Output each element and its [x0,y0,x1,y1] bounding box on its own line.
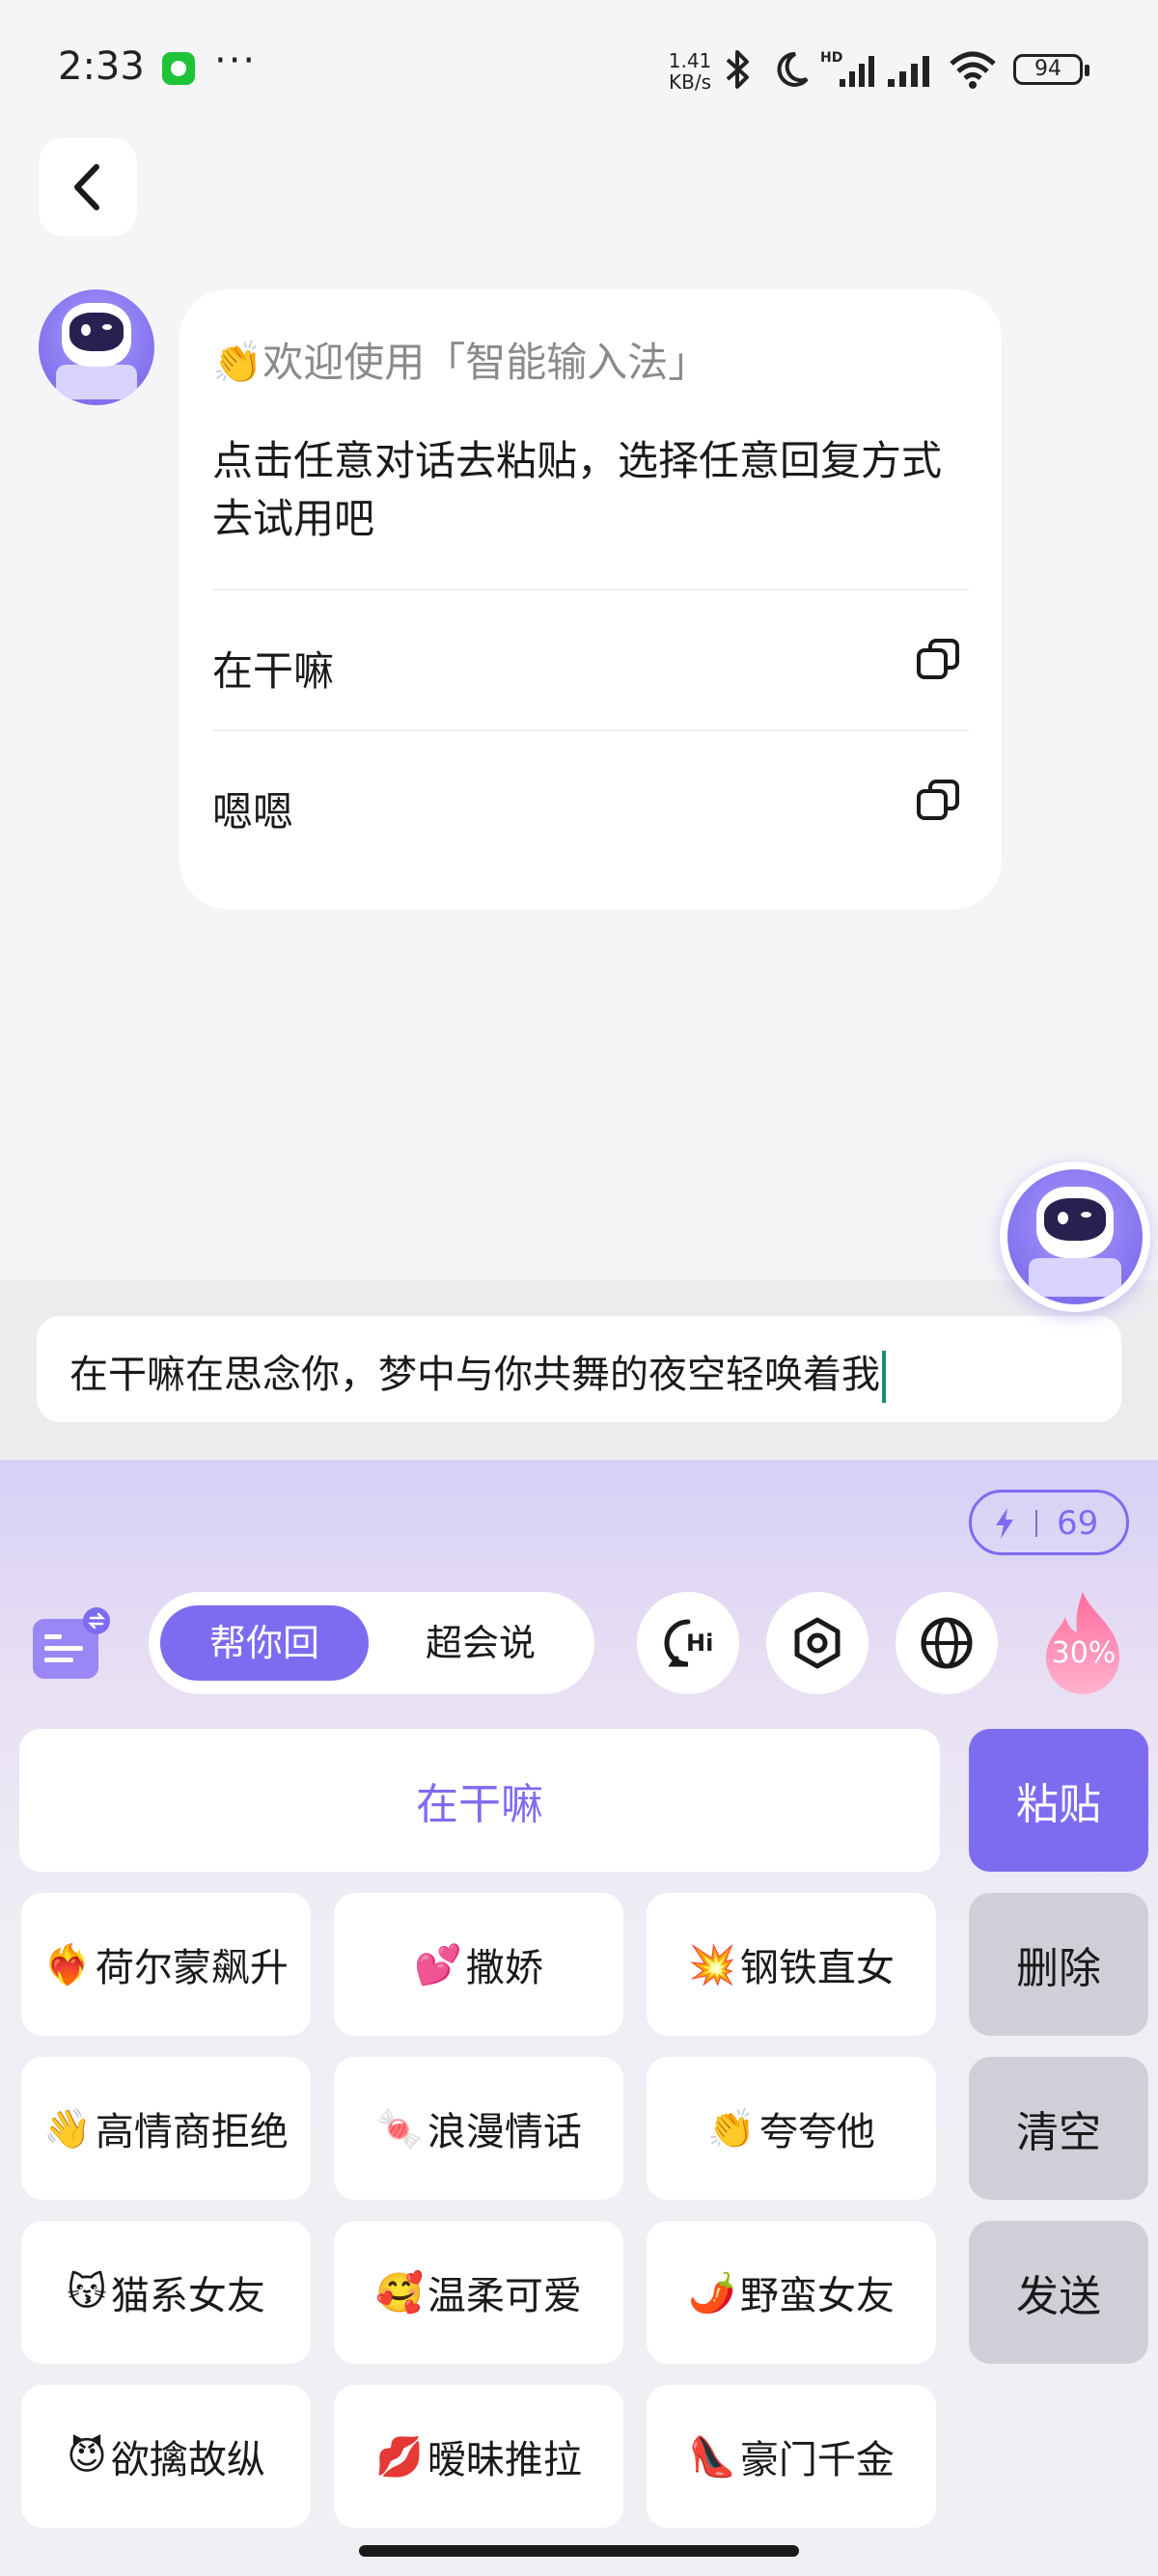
hd-signal-icon: HD [820,50,874,87]
lips-icon: 💋 [375,2434,424,2480]
style-key-heiress[interactable]: 👠 豪门千金 [647,2385,936,2528]
battery-level: 94 [1034,57,1062,81]
delete-button[interactable]: 删除 [969,1893,1148,2036]
style-key-wild[interactable]: 🌶️ 野蛮女友 [647,2221,936,2364]
style-key-label: 高情商拒绝 [95,2110,289,2154]
reply-suggestion[interactable]: 在干嘛 [19,1729,940,1872]
instruction-text: 点击任意对话去粘贴，选择任意回复方式去试用吧 [212,437,943,542]
hi-chat-icon: Hi [664,1619,713,1667]
smiling-hearts-icon: 🥰 [375,2270,424,2316]
collision-icon: 💥 [688,1942,736,1987]
mode-super-talk-button[interactable]: 超会说 [376,1605,585,1681]
assistant-avatar [39,289,154,405]
moon-icon [777,51,809,87]
status-time: 2:33 [58,44,145,89]
style-key-label: 温柔可爱 [427,2274,582,2318]
style-key-label: 荷尔蒙飙升 [95,1946,289,1990]
copy-icon[interactable] [915,778,961,824]
style-key-label: 浪漫情话 [427,2110,582,2154]
copy-icon[interactable] [915,637,961,683]
hi-chat-button[interactable]: Hi [637,1592,739,1694]
language-button[interactable] [896,1592,998,1694]
floating-assistant-button[interactable] [1000,1162,1150,1312]
network-speed-value: 1.41 [668,49,712,72]
style-key-romantic[interactable]: 🍬 浪漫情话 [334,2057,623,2200]
candy-icon: 🍬 [375,2106,424,2151]
style-key-flirt[interactable]: 💋 暧昧推拉 [334,2385,623,2528]
send-button[interactable]: 发送 [969,2221,1148,2364]
energy-count: 69 [1057,1504,1099,1543]
paste-button[interactable]: 粘贴 [969,1729,1148,1872]
text-caret [882,1351,886,1403]
heat-percent: 30% [1051,1636,1117,1670]
style-key-label: 暧昧推拉 [427,2438,582,2482]
sample-reply-1[interactable]: 在干嘛 [212,639,334,698]
kissing-cat-icon: 😽 [67,2270,107,2315]
robot-icon [1007,1169,1143,1304]
style-key-hormone[interactable]: ❤️‍🔥 荷尔蒙飙升 [21,1893,311,2036]
signal-icon [888,56,929,87]
keyboard-switch-icon[interactable] [29,1605,112,1683]
style-key-label: 野蛮女友 [739,2274,895,2318]
style-key-cat-girl[interactable]: 😽 猫系女友 [21,2221,311,2364]
style-key-label: 夸夸他 [758,2110,875,2154]
message-input[interactable]: 在干嘛在思念你，梦中与你共舞的夜空轻唤着我 [37,1316,1121,1422]
network-speed: 1.41 KB/s [666,50,714,93]
svg-text:Hi: Hi [686,1630,713,1657]
settings-button[interactable] [766,1592,868,1694]
chevron-left-icon [74,164,99,210]
status-bar: 2:33 ··· 1.41 KB/s HD 94 [0,0,1158,135]
style-key-gentle[interactable]: 🥰 温柔可爱 [334,2221,623,2364]
bluetooth-icon [726,50,749,89]
devil-icon: 😈 [67,2434,107,2479]
lightning-icon [996,1508,1013,1539]
message-input-text: 在干嘛在思念你，梦中与你共舞的夜空轻唤着我 [69,1353,880,1397]
network-speed-unit: KB/s [669,70,711,94]
clear-button[interactable]: 清空 [969,2057,1148,2200]
wechat-icon [162,52,195,85]
more-icon: ··· [214,39,258,83]
style-key-hard-to-get[interactable]: 😈 欲擒故纵 [21,2385,311,2528]
home-indicator[interactable] [359,2545,799,2557]
battery-icon: 94 [1013,54,1089,85]
style-key-label: 钢铁直女 [739,1946,895,1990]
svg-text:HD: HD [820,50,842,66]
heart-fire-icon: ❤️‍🔥 [43,1942,92,1987]
style-key-label: 欲擒故纵 [110,2438,265,2482]
chili-icon: 🌶️ [688,2270,736,2316]
welcome-message-card: 👏欢迎使用「智能输入法」 点击任意对话去粘贴，选择任意回复方式去试用吧 在干嘛 … [179,289,1002,909]
back-button[interactable] [39,138,137,236]
settings-hex-icon [794,1617,841,1669]
style-key-coquettish[interactable]: 💕 撒娇 [334,1893,623,2036]
style-key-label: 撒娇 [465,1946,543,1990]
welcome-title: 👏欢迎使用「智能输入法」 [212,330,708,389]
clap-emoji: 👏 [212,339,263,386]
style-key-label: 豪门千金 [739,2438,895,2482]
globe-icon [921,1617,973,1669]
style-key-praise[interactable]: 👏 夸夸他 [647,2057,936,2200]
style-key-decline[interactable]: 👋 高情商拒绝 [21,2057,311,2200]
two-hearts-icon: 💕 [414,1942,462,1987]
style-key-label: 猫系女友 [110,2274,265,2318]
divider [212,729,969,731]
mode-help-reply-button[interactable]: 帮你回 [160,1605,369,1681]
wifi-icon [950,51,996,89]
energy-badge[interactable]: 69 [969,1490,1129,1555]
high-heel-icon: 👠 [688,2434,736,2480]
clapping-icon: 👏 [707,2106,756,2151]
divider [212,589,969,590]
reply-mode-toggle: 帮你回 超会说 [149,1592,594,1694]
style-key-straight[interactable]: 💥 钢铁直女 [647,1893,936,2036]
sample-reply-2[interactable]: 嗯嗯 [212,780,293,838]
welcome-text: 欢迎使用「智能输入法」 [262,339,709,386]
waving-hand-icon: 👋 [43,2106,92,2151]
